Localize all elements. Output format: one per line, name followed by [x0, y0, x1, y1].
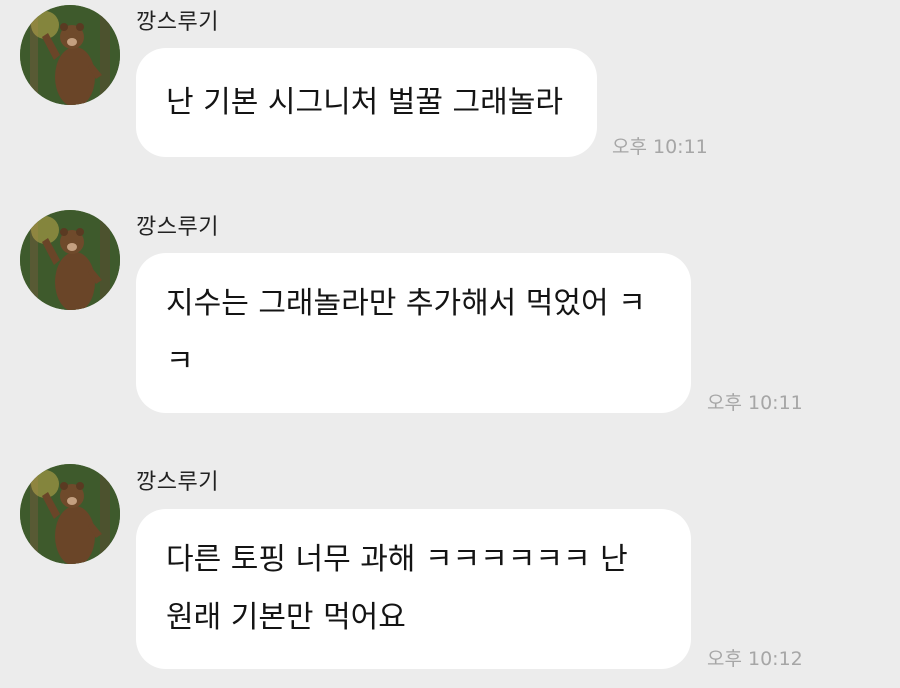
bear-avatar-icon[interactable] — [20, 210, 120, 310]
bear-avatar-icon[interactable] — [20, 464, 120, 564]
sender-name: 깡스루기 — [136, 10, 219, 35]
chat-view: 깡스루기 난 기본 시그니처 벌꿀 그래놀라 오후 10:11 깡스루기 지수는… — [0, 0, 900, 688]
bear-avatar-icon[interactable] — [20, 5, 120, 105]
message-text-line: ㅋ — [166, 344, 194, 379]
message-bubble[interactable]: 지수는 그래놀라만 추가해서 먹었어 ㅋ ㅋ — [136, 253, 691, 413]
sender-name: 깡스루기 — [136, 215, 219, 240]
message-text-line: 난 기본 시그니처 벌꿀 그래놀라 — [166, 84, 563, 120]
message-text-line: 지수는 그래놀라만 추가해서 먹었어 ㅋ — [166, 286, 646, 321]
message-timestamp: 오후 10:11 — [707, 392, 803, 414]
message-timestamp: 오후 10:12 — [707, 648, 803, 670]
message-text-line: 원래 기본만 먹어요 — [166, 600, 406, 635]
message-timestamp: 오후 10:11 — [612, 136, 708, 158]
message-bubble[interactable]: 난 기본 시그니처 벌꿀 그래놀라 — [136, 48, 597, 157]
message-text-line: 다른 토핑 너무 과해 ㅋㅋㅋㅋㅋㅋ 난 — [166, 542, 628, 577]
message-bubble[interactable]: 다른 토핑 너무 과해 ㅋㅋㅋㅋㅋㅋ 난 원래 기본만 먹어요 — [136, 509, 691, 669]
sender-name: 깡스루기 — [136, 470, 219, 495]
